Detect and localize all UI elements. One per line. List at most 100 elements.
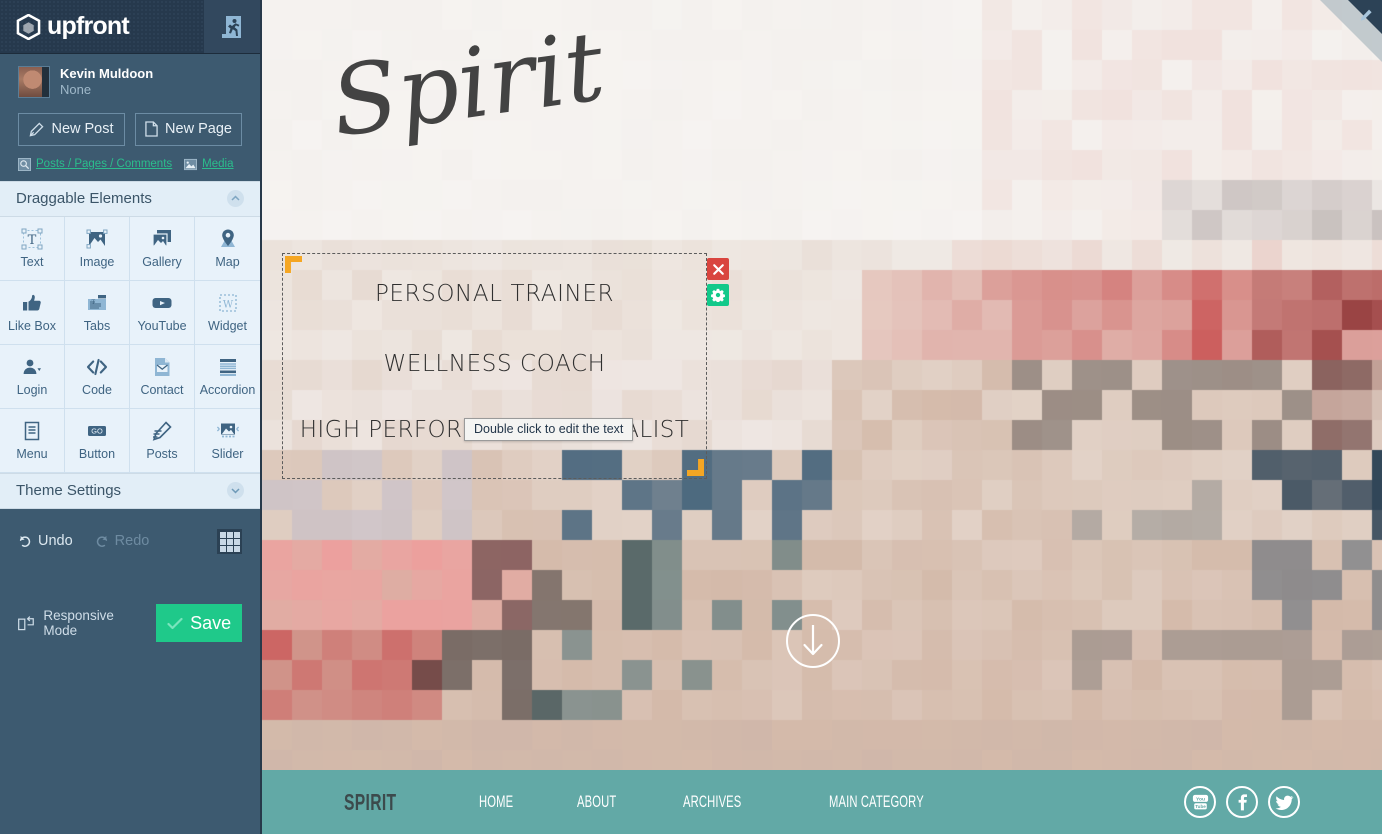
element-delete-button[interactable] <box>707 258 729 280</box>
theme-settings-title: Theme Settings <box>16 482 122 499</box>
element-settings-button[interactable] <box>707 284 729 306</box>
resize-handle-bottom-right[interactable] <box>687 459 704 476</box>
element-code-label: Code <box>82 383 112 397</box>
element-contact[interactable]: Contact <box>130 344 195 409</box>
element-login-label: Login <box>16 383 48 397</box>
scroll-down-button[interactable] <box>786 614 840 668</box>
responsive-mode-button[interactable]: Responsive Mode <box>18 608 142 638</box>
code-brackets-icon <box>85 355 109 379</box>
chevron-up-icon[interactable] <box>227 190 244 207</box>
editor-sidebar: upfront Kevin Muldoon None New Post New … <box>0 0 262 834</box>
site-footer: SPIRIT HOME ABOUT ARCHIVES MAIN CATEGORY… <box>262 770 1382 834</box>
element-map-label: Map <box>215 255 240 269</box>
redo-button[interactable]: Redo <box>95 533 150 549</box>
site-preview-canvas[interactable]: Spirit PERSONAL TRAINER WELLNESS COACH H… <box>262 0 1382 834</box>
text-line-2: WELLNESS COACH <box>383 351 606 377</box>
footer-nav-home[interactable]: HOME <box>479 792 553 812</box>
resize-handle-top-left[interactable] <box>285 256 302 273</box>
user-name: Kevin Muldoon <box>60 66 154 81</box>
accordion-icon <box>216 355 240 379</box>
gear-icon <box>711 288 725 302</box>
text-t-icon: T <box>20 227 44 251</box>
element-widget-label: Widget <box>208 319 247 333</box>
gallery-icon <box>150 227 174 251</box>
edit-tooltip: Double click to edit the text <box>464 418 634 441</box>
corner-edit-flag[interactable] <box>1320 0 1382 62</box>
footer-controls: Responsive Mode Save <box>18 604 242 818</box>
element-tabs-label: Tabs <box>83 319 111 333</box>
exit-button[interactable] <box>204 0 260 53</box>
editor-tools: Undo Redo Responsive Mode Save <box>0 508 260 834</box>
svg-text:T: T <box>92 300 96 306</box>
element-youtube-label: YouTube <box>137 319 187 333</box>
twitter-social-button[interactable] <box>1268 786 1300 818</box>
twitter-icon <box>1274 795 1294 810</box>
responsive-mode-label: Responsive Mode <box>43 608 114 638</box>
new-post-label: New Post <box>51 121 114 137</box>
element-slider[interactable]: Slider <box>195 409 260 473</box>
save-button[interactable]: Save <box>156 604 242 642</box>
quick-actions: New Post New Page <box>18 112 242 146</box>
exit-running-man-icon <box>222 15 241 38</box>
map-pin-icon <box>216 227 240 251</box>
arrow-down-circle-icon <box>803 625 823 656</box>
save-label: Save <box>190 612 232 633</box>
element-gallery[interactable]: Gallery <box>130 216 195 281</box>
draggable-elements-title: Draggable Elements <box>16 190 152 207</box>
element-like-box[interactable]: Like Box <box>0 280 65 345</box>
svg-text:Tube: Tube <box>1195 804 1206 809</box>
footer-nav-about[interactable]: ABOUT <box>577 792 656 812</box>
element-accordion[interactable]: Accordion <box>195 345 260 409</box>
selected-text-element[interactable]: PERSONAL TRAINER WELLNESS COACH HIGH PER… <box>282 253 729 479</box>
avatar <box>18 66 50 99</box>
theme-settings-header[interactable]: Theme Settings <box>0 472 260 509</box>
youtube-play-icon <box>150 291 174 315</box>
slider-icon <box>216 419 240 443</box>
element-slider-label: Slider <box>211 447 244 461</box>
media-icon <box>184 158 198 170</box>
footer-brand: SPIRIT <box>344 788 397 815</box>
redo-label: Redo <box>114 533 150 549</box>
media-link[interactable]: Media <box>184 158 233 171</box>
footer-nav-main-category[interactable]: MAIN CATEGORY <box>829 792 963 812</box>
svg-text:GO: GO <box>91 427 103 436</box>
upfront-logo[interactable]: upfront <box>0 13 130 40</box>
footer-nav-archives[interactable]: ARCHIVES <box>683 792 789 812</box>
new-post-button[interactable]: New Post <box>18 112 125 146</box>
upfront-editor: upfront Kevin Muldoon None New Post New … <box>0 0 1382 834</box>
sidebar-links: Posts / Pages / Comments Media <box>18 157 242 181</box>
chevron-down-icon[interactable] <box>227 482 244 499</box>
element-button-label: Button <box>78 447 116 461</box>
new-page-button[interactable]: New Page <box>135 112 242 146</box>
element-tabs[interactable]: T Tabs <box>65 280 130 345</box>
element-text[interactable]: T Text <box>0 216 65 281</box>
close-x-icon <box>712 263 724 275</box>
element-controls <box>707 258 729 310</box>
footer-social: You Tube <box>1184 786 1300 818</box>
check-icon <box>167 617 183 629</box>
grid-icon[interactable] <box>217 528 242 554</box>
page-icon <box>145 121 158 137</box>
facebook-social-button[interactable] <box>1226 786 1258 818</box>
element-image[interactable]: Image <box>65 216 130 281</box>
new-page-label: New Page <box>165 121 232 137</box>
element-youtube[interactable]: YouTube <box>130 280 195 345</box>
element-like-box-label: Like Box <box>8 319 56 333</box>
posts-pages-comments-link[interactable]: Posts / Pages / Comments <box>18 157 172 171</box>
element-button[interactable]: GO Button <box>65 408 130 473</box>
youtube-social-button[interactable]: You Tube <box>1184 786 1216 818</box>
element-map[interactable]: Map <box>195 217 260 281</box>
draggable-elements-header[interactable]: Draggable Elements <box>0 180 260 217</box>
element-widget[interactable]: W Widget <box>195 281 260 345</box>
user-row[interactable]: Kevin Muldoon None <box>18 66 242 99</box>
element-code[interactable]: Code <box>65 344 130 409</box>
element-posts[interactable]: Posts <box>130 408 195 473</box>
svg-text:You: You <box>1196 796 1205 802</box>
undo-label: Undo <box>38 533 73 549</box>
element-menu[interactable]: Menu <box>0 408 65 473</box>
facebook-icon <box>1238 793 1247 810</box>
history-controls: Undo Redo <box>18 528 242 554</box>
undo-button[interactable]: Undo <box>18 533 73 549</box>
tabs-icon: T <box>85 291 109 315</box>
element-login[interactable]: Login <box>0 344 65 409</box>
